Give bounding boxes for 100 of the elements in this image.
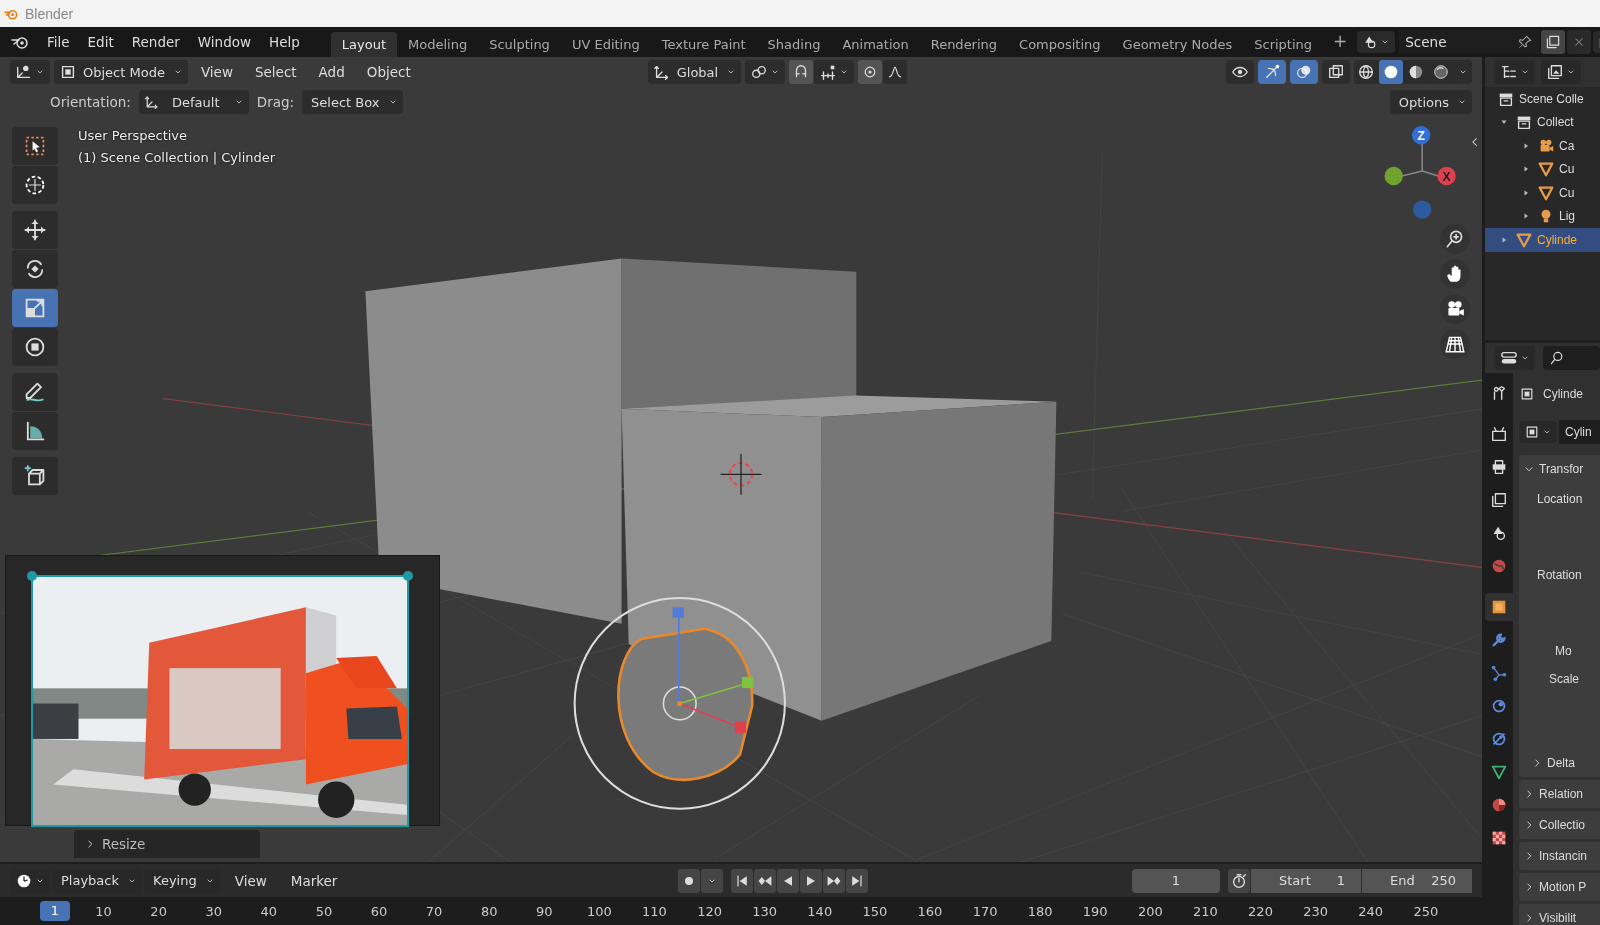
current-frame-field[interactable]: 1 — [1132, 868, 1220, 893]
menu-item[interactable]: View — [191, 61, 242, 83]
menu-item[interactable]: Object — [357, 61, 420, 83]
tool-button[interactable] — [12, 373, 58, 411]
tool-button[interactable] — [12, 166, 58, 204]
menu-item[interactable]: Window — [188, 31, 261, 53]
box-mesh[interactable] — [365, 258, 1057, 721]
end-frame-field[interactable]: End 250 — [1362, 868, 1472, 893]
menu-item[interactable]: Marker — [281, 869, 347, 892]
panel-header[interactable]: Instancin — [1519, 842, 1600, 870]
camera-view-button[interactable] — [1440, 294, 1470, 324]
mode-dropdown[interactable]: Object Mode — [54, 60, 188, 84]
cylinder-mesh[interactable] — [617, 627, 754, 782]
tool-button[interactable] — [12, 328, 58, 366]
panel-header[interactable]: Transfor — [1519, 455, 1600, 483]
playback-button[interactable] — [731, 868, 754, 893]
falloff-dropdown[interactable] — [883, 60, 908, 84]
outliner-row[interactable]: Lig — [1485, 204, 1600, 228]
record-button[interactable] — [678, 868, 701, 893]
menu-item[interactable]: View — [225, 869, 276, 892]
playback-button[interactable] — [800, 868, 823, 893]
viewport-toggle[interactable] — [1322, 60, 1350, 84]
menu-item[interactable]: Select — [245, 61, 306, 83]
workspace-tab[interactable]: Shading — [756, 32, 832, 57]
outliner-row[interactable]: Collect — [1485, 110, 1600, 134]
menu-item[interactable]: Add — [309, 61, 354, 83]
perspective-button[interactable] — [1440, 329, 1470, 359]
workspace-tab[interactable]: Animation — [831, 32, 920, 57]
tool-button[interactable] — [12, 412, 58, 450]
frame-number: 40 — [259, 903, 279, 919]
editor-type-selector[interactable] — [1495, 346, 1535, 370]
options-dropdown[interactable]: Options — [1389, 90, 1472, 114]
viewport[interactable]: Object Mode View Select Add Object Global Orientation: Default Drag: Select Box Options User Perspective (1) Scene Collection | Cylinder Z X Resize — [0, 57, 1482, 864]
workspace-tab[interactable]: Rendering — [919, 32, 1009, 57]
tool-button[interactable] — [12, 457, 58, 495]
corner-handle[interactable] — [403, 571, 413, 581]
menu-item[interactable]: Help — [260, 31, 309, 53]
drag-dropdown[interactable]: Select Box — [302, 90, 403, 114]
tool-button[interactable] — [12, 250, 58, 288]
pan-button[interactable] — [1440, 259, 1470, 289]
curve-icon — [887, 64, 904, 80]
outliner-row[interactable]: Scene Colle — [1485, 87, 1600, 111]
snap-dropdown[interactable] — [814, 60, 855, 84]
scene-field[interactable]: Scene — [1399, 30, 1540, 54]
workspace-tab[interactable]: Texture Paint — [650, 32, 757, 57]
playback-button[interactable] — [846, 868, 869, 893]
workspace-tab[interactable]: UV Editing — [560, 32, 651, 57]
viewport-toggle[interactable] — [1290, 60, 1318, 84]
start-frame-field[interactable]: Start 1 — [1251, 868, 1361, 893]
workspace-tab[interactable]: Layout — [330, 32, 398, 57]
playback-button[interactable] — [823, 868, 846, 893]
viewport-toggle[interactable] — [1226, 60, 1254, 84]
add-workspace-button[interactable]: + — [1323, 27, 1358, 57]
shading-button[interactable] — [1379, 60, 1403, 84]
object-name-field[interactable]: Cylin — [1559, 420, 1600, 444]
preview-range-toggle[interactable] — [1228, 868, 1250, 893]
viewport-toggle[interactable] — [1258, 60, 1286, 84]
object-browse-button[interactable] — [1519, 421, 1557, 443]
menu-item[interactable]: Render — [122, 31, 189, 53]
display-mode-dropdown[interactable] — [1541, 60, 1581, 84]
workspace-tab[interactable]: Sculpting — [478, 32, 561, 57]
properties-tab[interactable] — [1485, 593, 1513, 621]
menu-item[interactable]: Edit — [78, 31, 123, 53]
search-field[interactable] — [1543, 346, 1600, 370]
outliner-row[interactable]: Ca — [1485, 134, 1600, 158]
proportional-toggle[interactable] — [858, 60, 883, 84]
panel-header[interactable]: Collectio — [1519, 811, 1600, 839]
menu-dropdown[interactable]: Playback — [52, 868, 142, 893]
panel-header[interactable]: Relation — [1519, 780, 1600, 808]
panel-header[interactable]: Visibilit — [1519, 904, 1600, 925]
corner-handle[interactable] — [27, 571, 37, 581]
pin-icon[interactable] — [1517, 34, 1534, 50]
scale-gizmo[interactable] — [573, 597, 786, 810]
outliner-row[interactable]: Cylinde — [1485, 228, 1600, 252]
snap-toggle[interactable] — [789, 60, 814, 84]
new-scene-button[interactable] — [1541, 30, 1566, 54]
editor-type-selector[interactable] — [10, 60, 50, 84]
wireframe-icon — [1357, 63, 1375, 81]
pivot-dropdown[interactable] — [745, 60, 786, 84]
zoom-button[interactable] — [1440, 224, 1470, 254]
workspace-tab[interactable]: Geometry Nodes — [1111, 32, 1244, 57]
workspace-tab[interactable]: Compositing — [1008, 32, 1112, 57]
last-operator-panel[interactable]: Resize — [74, 830, 260, 858]
outliner-row[interactable]: Cu — [1485, 157, 1600, 181]
transform-orientation-dropdown[interactable]: Global — [647, 60, 742, 84]
playback-button[interactable] — [777, 868, 800, 893]
outliner-row[interactable]: Cu — [1485, 181, 1600, 205]
editor-type-selector[interactable] — [1495, 60, 1535, 84]
workspace-tab[interactable]: Modeling — [397, 32, 479, 57]
subpanel-header[interactable]: Delta — [1519, 749, 1600, 777]
tool-button[interactable] — [12, 211, 58, 249]
tool-button[interactable] — [12, 127, 58, 165]
menu-dropdown[interactable]: Keying — [144, 868, 220, 893]
playback-button[interactable] — [754, 868, 777, 893]
orientation-dropdown[interactable]: Default — [138, 90, 249, 114]
scene-selector[interactable] — [1357, 31, 1396, 53]
workspace-tab[interactable]: Scripting — [1243, 32, 1324, 57]
axis-ball[interactable] — [1412, 126, 1431, 145]
menu-item[interactable]: File — [38, 31, 79, 53]
panel-header[interactable]: Motion P — [1519, 873, 1600, 901]
